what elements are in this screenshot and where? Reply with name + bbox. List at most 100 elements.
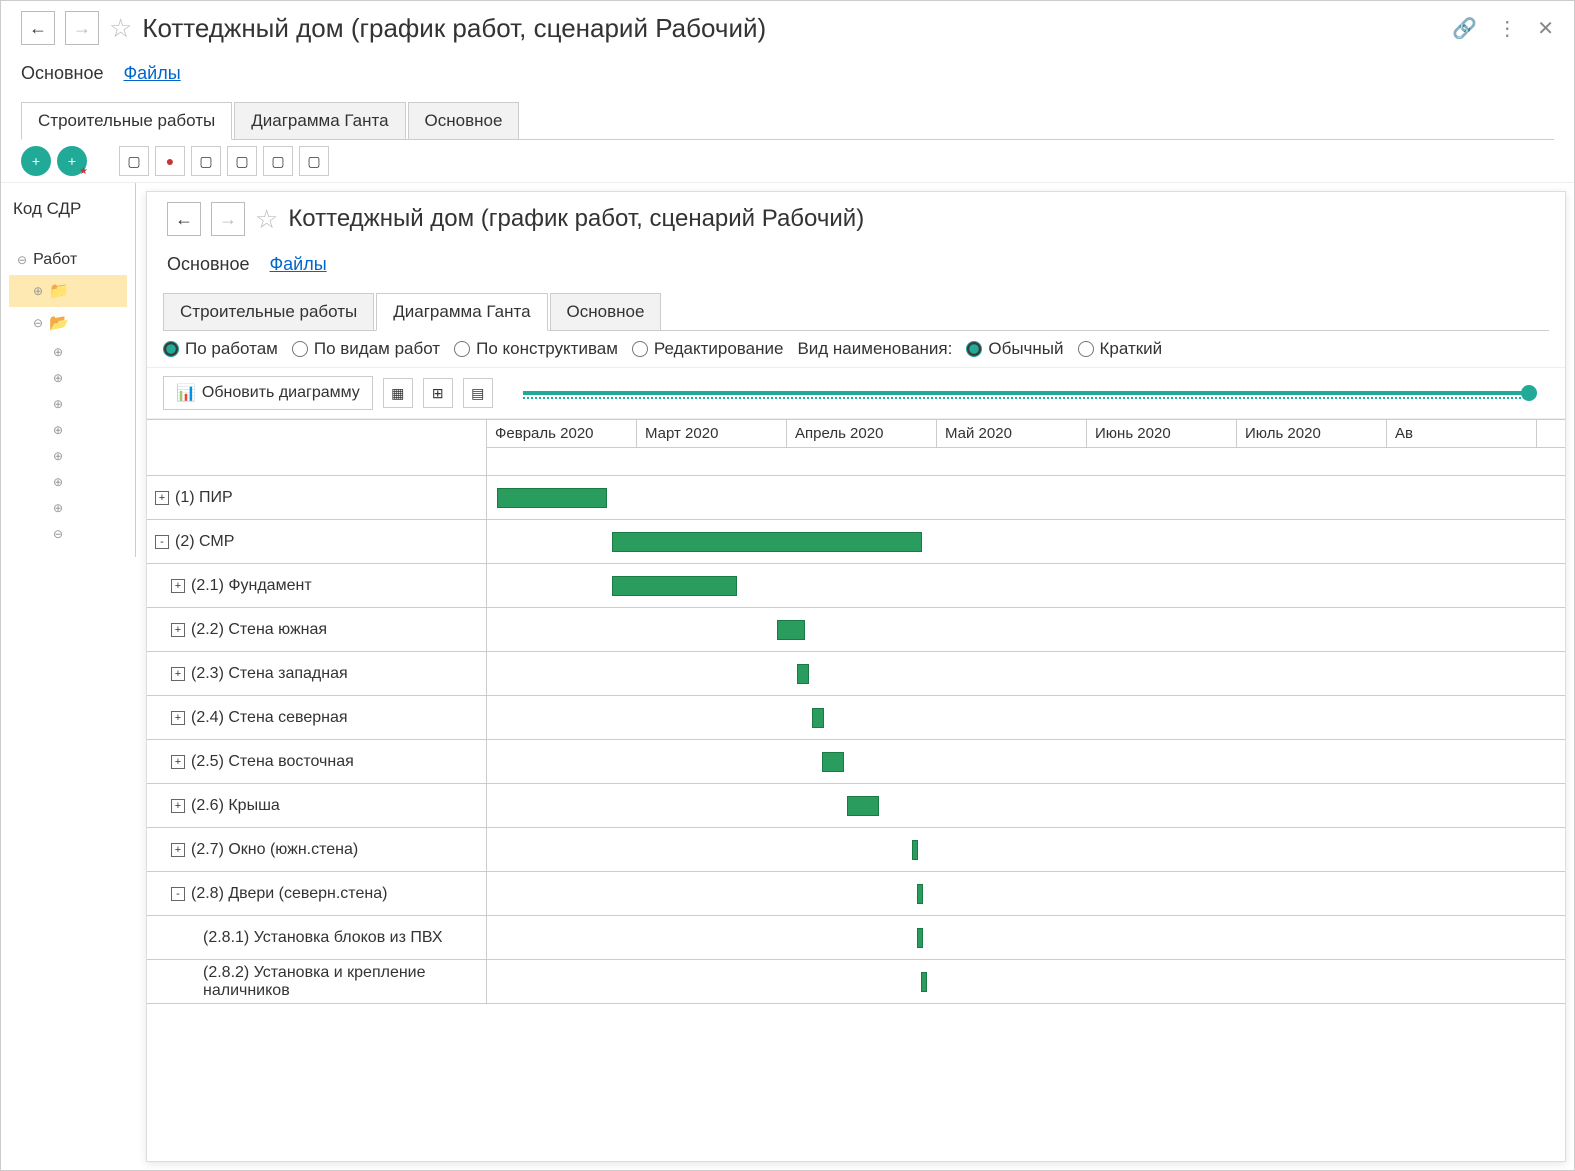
expand-icon[interactable]: + xyxy=(171,623,185,637)
gantt-task-row[interactable]: +(2.2) Стена южная xyxy=(147,608,486,652)
radio-by-constr[interactable]: По конструктивам xyxy=(454,339,618,359)
gantt-bar[interactable] xyxy=(917,928,923,948)
back-button[interactable]: ← xyxy=(21,11,55,45)
gantt-task-row[interactable]: +(2.1) Фундамент xyxy=(147,564,486,608)
month-header: Март 2020 xyxy=(637,420,787,447)
task-label: (2.3) Стена западная xyxy=(191,665,348,683)
month-header: Июнь 2020 xyxy=(1087,420,1237,447)
gantt-task-row[interactable]: +(2.5) Стена восточная xyxy=(147,740,486,784)
forward-button[interactable]: → xyxy=(65,11,99,45)
tab-gantt[interactable]: Диаграмма Ганта xyxy=(234,102,405,139)
gantt-task-row[interactable]: -(2.8) Двери (северн.стена) xyxy=(147,872,486,916)
tab-main[interactable]: Основное xyxy=(408,102,520,139)
sidebar-row-root[interactable]: ⊖ Работ xyxy=(9,245,127,275)
inner-back-button[interactable]: ← xyxy=(167,202,201,236)
toolbar-btn-5[interactable]: ▢ xyxy=(263,146,293,176)
toolbar-btn-1[interactable]: ▢ xyxy=(119,146,149,176)
inner-tab-gantt[interactable]: Диаграмма Ганта xyxy=(376,293,547,331)
collapse-icon[interactable]: - xyxy=(171,887,185,901)
inner-subtab-main[interactable]: Основное xyxy=(167,254,249,275)
toolbar-btn-4[interactable]: ▢ xyxy=(227,146,257,176)
sidebar-item[interactable]: ⊕ xyxy=(9,339,127,365)
sidebar-folder-2[interactable]: ⊖ 📂 xyxy=(9,307,127,339)
inner-subtab-files[interactable]: Файлы xyxy=(269,254,326,275)
gantt-bar-row xyxy=(487,916,1565,960)
toolbar-btn-6[interactable]: ▢ xyxy=(299,146,329,176)
task-label: (2.8) Двери (северн.стена) xyxy=(191,885,387,903)
task-label: (2.8.1) Установка блоков из ПВХ xyxy=(203,929,443,947)
expand-icon[interactable]: + xyxy=(171,843,185,857)
sidebar-item[interactable]: ⊕ xyxy=(9,365,127,391)
sidebar-item[interactable]: ⊕ xyxy=(9,391,127,417)
collapse-icon: ⊖ xyxy=(17,253,27,267)
sidebar-folder-1[interactable]: ⊕ 📁 xyxy=(9,275,127,307)
radio-by-works[interactable]: По работам xyxy=(163,339,278,359)
sidebar-header: Код СДР xyxy=(9,193,127,225)
task-label: (2.4) Стена северная xyxy=(191,709,348,727)
sidebar-item[interactable]: ⊕ xyxy=(9,417,127,443)
task-label: (2.6) Крыша xyxy=(191,797,280,815)
task-label: (2.8.2) Установка и крепление наличников xyxy=(203,964,478,1000)
gantt-bar[interactable] xyxy=(797,664,809,684)
sidebar-item[interactable]: ⊕ xyxy=(9,443,127,469)
gantt-bar[interactable] xyxy=(612,532,922,552)
sidebar-item[interactable]: ⊕ xyxy=(9,469,127,495)
expand-icon[interactable]: + xyxy=(171,755,185,769)
subtab-files[interactable]: Файлы xyxy=(123,63,180,84)
inner-forward-button[interactable]: → xyxy=(211,202,245,236)
gantt-toolbar-btn-1[interactable]: ▦ xyxy=(383,378,413,408)
favorite-star-icon[interactable]: ☆ xyxy=(109,13,132,44)
gantt-bar-row xyxy=(487,872,1565,916)
kebab-menu-icon[interactable]: ⋮ xyxy=(1497,16,1517,41)
gantt-bar[interactable] xyxy=(822,752,844,772)
gantt-bar[interactable] xyxy=(612,576,737,596)
gantt-bar-row xyxy=(487,564,1565,608)
inner-favorite-star-icon[interactable]: ☆ xyxy=(255,204,278,235)
expand-icon[interactable]: + xyxy=(155,491,169,505)
gantt-bar[interactable] xyxy=(917,884,923,904)
sidebar: Код СДР ⊖ Работ ⊕ 📁 ⊖ 📂 ⊕ ⊕ ⊕ ⊕ ⊕ ⊕ ⊕ ⊖ xyxy=(1,183,136,557)
link-icon[interactable]: 🔗 xyxy=(1452,16,1477,41)
expand-icon[interactable]: + xyxy=(171,579,185,593)
name-type-label: Вид наименования: xyxy=(797,339,952,359)
zoom-slider[interactable] xyxy=(523,391,1529,395)
inner-tab-main[interactable]: Основное xyxy=(550,293,662,330)
add-button[interactable]: + xyxy=(21,146,51,176)
expand-icon[interactable]: + xyxy=(171,711,185,725)
sidebar-item[interactable]: ⊖ xyxy=(9,521,127,547)
refresh-chart-button[interactable]: 📊 Обновить диаграмму xyxy=(163,376,373,410)
gantt-task-row[interactable]: +(2.7) Окно (южн.стена) xyxy=(147,828,486,872)
subtab-main[interactable]: Основное xyxy=(21,63,103,84)
gantt-task-row[interactable]: (2.8.1) Установка блоков из ПВХ xyxy=(147,916,486,960)
toolbar-btn-2[interactable]: ● xyxy=(155,146,185,176)
gantt-toolbar-btn-3[interactable]: ▤ xyxy=(463,378,493,408)
gantt-bar[interactable] xyxy=(912,840,918,860)
radio-edit[interactable]: Редактирование xyxy=(632,339,784,359)
gantt-bar[interactable] xyxy=(847,796,879,816)
gantt-bar[interactable] xyxy=(812,708,824,728)
inner-tab-construction[interactable]: Строительные работы xyxy=(163,293,374,330)
radio-short[interactable]: Краткий xyxy=(1078,339,1163,359)
close-icon[interactable]: ✕ xyxy=(1537,16,1554,41)
gantt-task-row[interactable]: (2.8.2) Установка и крепление наличников xyxy=(147,960,486,1004)
radio-by-types[interactable]: По видам работ xyxy=(292,339,440,359)
gantt-bar[interactable] xyxy=(921,972,927,992)
gantt-task-row[interactable]: -(2) СМР xyxy=(147,520,486,564)
collapse-icon[interactable]: - xyxy=(155,535,169,549)
expand-icon[interactable]: + xyxy=(171,667,185,681)
collapse-icon: ⊖ xyxy=(33,316,43,330)
toolbar-btn-3[interactable]: ▢ xyxy=(191,146,221,176)
gantt-bar-row xyxy=(487,476,1565,520)
tab-construction-works[interactable]: Строительные работы xyxy=(21,102,232,140)
sidebar-item[interactable]: ⊕ xyxy=(9,495,127,521)
gantt-bar[interactable] xyxy=(497,488,607,508)
add-group-button[interactable]: +★ xyxy=(57,146,87,176)
gantt-toolbar-btn-2[interactable]: ⊞ xyxy=(423,378,453,408)
gantt-task-row[interactable]: + (2.4) Стена северная xyxy=(147,696,486,740)
gantt-task-row[interactable]: +(1) ПИР xyxy=(147,476,486,520)
radio-normal[interactable]: Обычный xyxy=(966,339,1063,359)
gantt-bar[interactable] xyxy=(777,620,805,640)
gantt-task-row[interactable]: + (2.6) Крыша xyxy=(147,784,486,828)
expand-icon[interactable]: + xyxy=(171,799,185,813)
gantt-task-row[interactable]: + (2.3) Стена западная xyxy=(147,652,486,696)
